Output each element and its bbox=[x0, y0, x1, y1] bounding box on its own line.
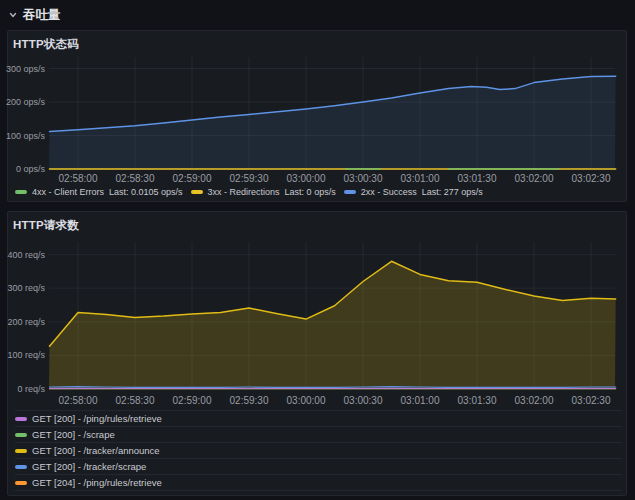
legend-series-color bbox=[15, 449, 27, 453]
legend-last-value: Last: 277 ops/s bbox=[422, 187, 483, 197]
y-axis-label: 300 req/s bbox=[7, 283, 45, 293]
legend-series-color bbox=[15, 465, 27, 469]
legend-series-name: GET [200] - /scrape bbox=[32, 429, 115, 440]
legend-item[interactable]: 2xx - Success Last: 277 ops/s bbox=[344, 187, 483, 197]
legend-series-color bbox=[15, 417, 27, 421]
y-axis-label: 0 ops/s bbox=[16, 164, 46, 174]
y-axis-label: 0 req/s bbox=[17, 384, 45, 394]
panel-http-requests: HTTP请求数 02:58:0002:58:3002:59:0002:59:30… bbox=[7, 211, 627, 496]
legend-series-name: GET [200] - /tracker/scrape bbox=[32, 461, 146, 472]
x-axis-label: 03:02:00 bbox=[515, 395, 554, 406]
x-axis-label: 03:02:30 bbox=[572, 395, 611, 406]
legend-series-name: GET [200] - /tracker/announce bbox=[32, 445, 160, 456]
y-axis-label: 200 ops/s bbox=[6, 97, 46, 107]
y-axis-label: 100 req/s bbox=[7, 350, 45, 360]
legend-series-color bbox=[15, 433, 27, 437]
legend-item[interactable]: 3xx - Redirections Last: 0 ops/s bbox=[191, 187, 336, 197]
chevron-down-icon bbox=[8, 10, 18, 20]
panel-http-status-codes: HTTP状态码 02:58:0002:58:3002:59:0002:59:30… bbox=[7, 30, 627, 202]
y-axis-label: 300 ops/s bbox=[6, 64, 46, 74]
legend-item[interactable]: GET [204] - /ping/rules/retrieve bbox=[15, 474, 622, 490]
legend-last-value: Last: 0.0105 ops/s bbox=[109, 187, 183, 197]
x-axis-label: 02:58:30 bbox=[116, 395, 155, 406]
legend-series-color bbox=[191, 190, 203, 194]
row-title: 吞吐量 bbox=[23, 7, 61, 24]
legend-series-color bbox=[344, 190, 356, 194]
y-axis-label: 100 ops/s bbox=[6, 131, 46, 141]
legend-item[interactable]: GET [200] - /tracker/scrape bbox=[15, 458, 622, 474]
x-axis-label: 03:01:00 bbox=[401, 395, 440, 406]
legend-series-color bbox=[15, 481, 27, 485]
x-axis-label: 03:01:30 bbox=[458, 395, 497, 406]
row-header-throughput[interactable]: 吞吐量 bbox=[8, 5, 61, 25]
x-axis-label: 03:00:00 bbox=[287, 395, 326, 406]
legend-item[interactable]: GET [200] - /scrape bbox=[15, 426, 622, 442]
x-axis-label: 03:00:30 bbox=[344, 395, 383, 406]
x-axis-label: 02:59:00 bbox=[173, 395, 212, 406]
legend: 4xx - Client Errors Last: 0.0105 ops/s 3xx… bbox=[15, 183, 622, 201]
legend-series-name: 3xx - Redirections bbox=[208, 187, 280, 197]
legend-series-name: 4xx - Client Errors bbox=[32, 187, 104, 197]
x-axis-label: 02:58:00 bbox=[59, 395, 98, 406]
legend-series-name: GET [200] - /ping/rules/retrieve bbox=[32, 413, 162, 424]
y-axis-label: 200 req/s bbox=[7, 317, 45, 327]
legend-item[interactable]: 4xx - Client Errors Last: 0.0105 ops/s bbox=[15, 187, 183, 197]
legend: GET [200] - /ping/rules/retrieve GET [200… bbox=[15, 410, 622, 491]
y-axis-label: 400 req/s bbox=[7, 250, 45, 260]
legend-item[interactable]: GET [200] - /ping/rules/retrieve bbox=[15, 410, 622, 426]
legend-series-name: 2xx - Success bbox=[361, 187, 417, 197]
legend-series-color bbox=[15, 190, 27, 194]
http-status-chart[interactable]: 02:58:0002:58:3002:59:0002:59:3003:00:00… bbox=[0, 31, 628, 203]
x-axis-label: 02:59:30 bbox=[230, 395, 269, 406]
legend-series-name: GET [204] - /ping/rules/retrieve bbox=[32, 477, 162, 488]
legend-item[interactable]: GET [200] - /tracker/announce bbox=[15, 442, 622, 458]
legend-last-value: Last: 0 ops/s bbox=[285, 187, 336, 197]
